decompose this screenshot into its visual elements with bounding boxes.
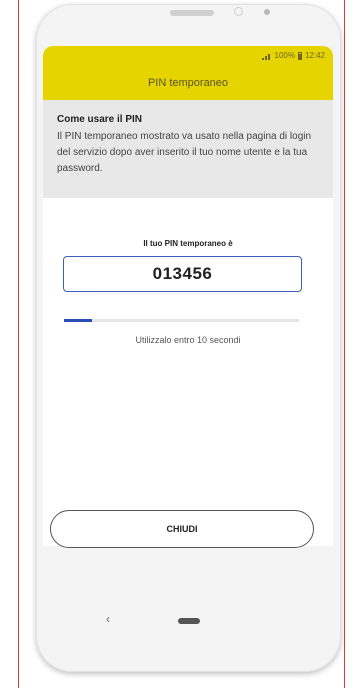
front-camera: [234, 7, 243, 16]
speaker-grille: [170, 10, 214, 16]
info-title: Come usare il PIN: [57, 114, 143, 125]
info-body: Il PIN temporaneo mostrato va usato nell…: [57, 131, 312, 174]
info-box: Come usare il PIN Il PIN temporaneo most…: [43, 100, 333, 198]
timer-progress-fill: [64, 319, 93, 322]
close-button[interactable]: CHIUDI: [50, 510, 314, 548]
signal-icon: [261, 52, 272, 60]
pin-display: 013456: [63, 256, 302, 292]
home-icon[interactable]: [178, 618, 200, 624]
phone-top-bezel: [36, 4, 341, 46]
timer-caption: Utilizzalo entro 10 secondi: [135, 335, 241, 345]
status-indicators: 100% 12:42: [261, 51, 325, 60]
back-icon[interactable]: ‹: [106, 612, 110, 626]
clock: 12:42: [304, 51, 325, 60]
battery-percent: 100%: [274, 51, 295, 60]
page-title: PIN temporaneo: [43, 66, 333, 100]
proximity-sensor: [264, 9, 270, 15]
pin-label: Il tuo PIN temporaneo è: [143, 239, 233, 248]
battery-icon: [297, 51, 302, 60]
timer-progress-bar: [64, 319, 299, 322]
phone-frame: 100% 12:42 PIN temporaneo Come usare il …: [36, 4, 341, 672]
status-bar: 100% 12:42: [43, 46, 333, 66]
app-screen: 100% 12:42 PIN temporaneo Come usare il …: [43, 46, 333, 546]
